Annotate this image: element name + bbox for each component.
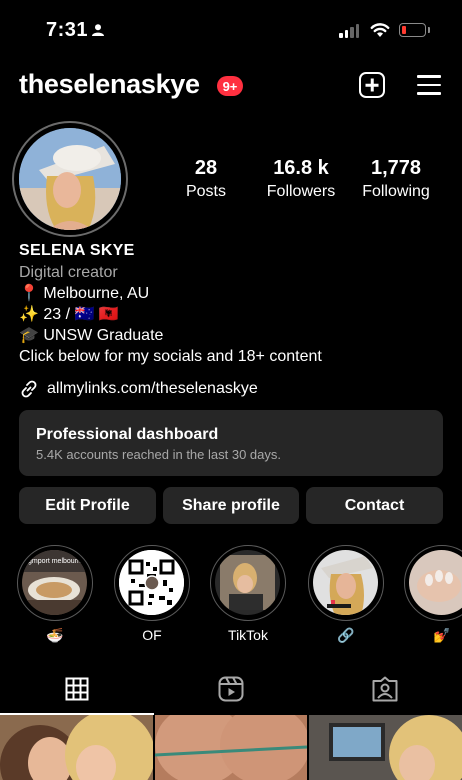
posts-count: 28 [194,157,218,179]
grid-icon[interactable] [65,677,89,701]
highlight-thumbnail [409,550,462,615]
dashboard-subtitle: 5.4K accounts reached in the last 30 day… [36,447,281,462]
followers-count: 16.8 k [273,157,329,179]
bio-line: 🎓 UNSW Graduate [19,327,164,344]
battery-cap [428,27,430,33]
menu-button[interactable] [417,75,441,95]
bio-link-text[interactable]: allmylinks.com/theselenaskye [47,380,258,398]
story-highlight[interactable] [210,545,286,621]
posts-label: Posts [185,183,226,200]
avatar[interactable] [19,128,121,230]
story-highlight[interactable] [114,545,190,621]
link-icon [21,380,37,398]
highlight-label: 🔗 [337,627,355,643]
highlight-thumbnail [313,550,378,615]
notification-badge[interactable]: 9+ [217,76,243,96]
grid-post[interactable] [309,715,462,780]
avatar-photo [19,128,121,230]
followers-stat[interactable]: 16.8 k Followers [256,156,346,202]
following-stat[interactable]: 1,778 Following [351,156,441,202]
highlight-thumbnail: gmport melbourn [22,550,87,615]
highlight-label: TikTok [228,627,268,643]
following-count: 1,778 [370,157,422,179]
reels-icon[interactable] [218,676,244,702]
tagged-icon[interactable] [372,676,398,702]
story-highlight[interactable]: gmport melbourn [17,545,93,621]
highlight-label: OF [142,627,162,643]
grid-post[interactable] [155,715,307,780]
wifi-icon [370,23,390,37]
bio-category: Digital creator [19,264,118,281]
edit-profile-button[interactable]: Edit Profile [19,487,156,524]
highlight-thumb-text: gmport melbourn [28,558,81,565]
story-highlight[interactable] [404,545,462,621]
grid-post[interactable] [0,715,153,780]
followers-label: Followers [266,183,336,200]
highlight-thumbnail [119,550,184,615]
create-post-button[interactable] [359,72,385,98]
profile-username[interactable]: theselenaskye [19,69,200,100]
dashboard-title: Professional dashboard [36,426,219,443]
highlight-thumbnail [215,550,280,615]
posts-stat[interactable]: 28 Posts [161,156,251,202]
contact-button[interactable]: Contact [306,487,443,524]
professional-dashboard[interactable]: Professional dashboard 5.4K accounts rea… [19,410,443,476]
battery-level [402,26,406,34]
bio-line: ✨ 23 / 🇦🇺 🇦🇱 [19,306,119,323]
bio-link[interactable]: allmylinks.com/theselenaskye [19,379,258,399]
person-icon [92,24,104,36]
status-time: 7:31 [46,19,89,41]
highlight-label: 🍜 [46,627,64,643]
following-label: Following [362,183,430,200]
bio-line: 📍 Melbourne, AU [19,285,150,302]
bio-name: SELENA SKYE [19,242,135,259]
share-profile-button[interactable]: Share profile [163,487,299,524]
highlight-label: 💅 [433,627,451,643]
bio-line: Click below for my socials and 18+ conte… [19,348,322,365]
cellular-signal-icon [339,24,359,38]
battery-icon [399,23,426,37]
story-highlight[interactable] [308,545,384,621]
